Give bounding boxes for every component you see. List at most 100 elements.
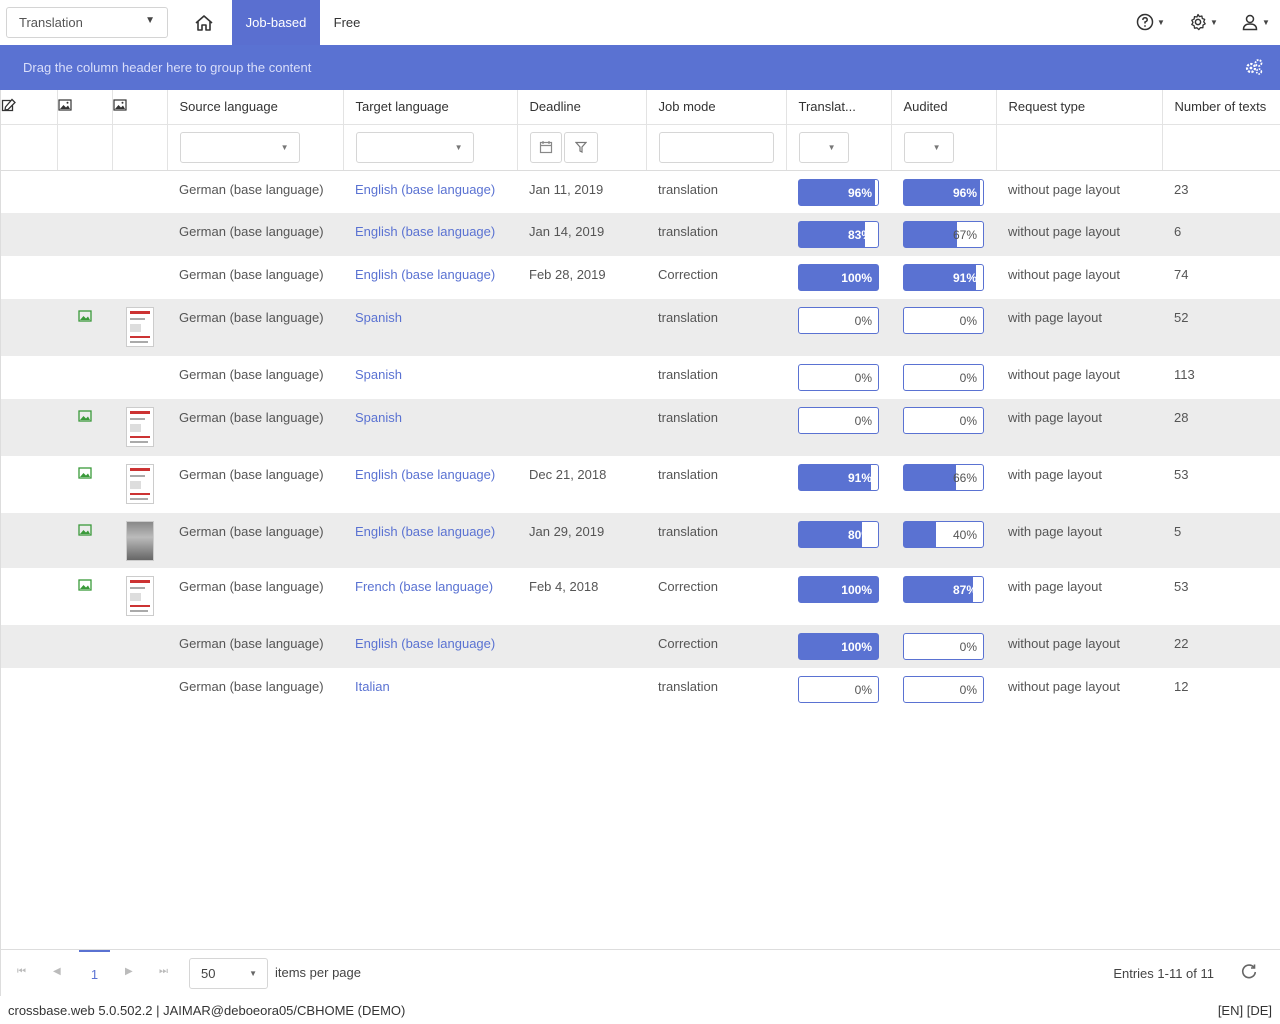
column-header-source-language[interactable]: Source language [167,90,344,125]
edit-cell[interactable] [1,399,57,456]
table-row[interactable]: German (base language) Spanish translation… [1,399,1280,456]
table-row[interactable]: German (base language) English (base lang… [1,513,1280,568]
job-mode-cell: translation [646,299,786,356]
image-cell[interactable] [57,299,112,356]
page-preview-thumbnail[interactable] [125,576,154,616]
audited-filter[interactable]: ▼ [903,131,954,163]
settings-menu-button[interactable]: ▼ [1189,12,1218,32]
prev-page-button[interactable]: ◀ [53,966,61,977]
target-language-link[interactable]: English (base language) [355,267,495,282]
page-preview-thumbnail[interactable] [125,464,154,504]
help-menu-button[interactable]: ▼ [1136,12,1165,32]
edit-cell[interactable] [1,668,57,711]
image-cell[interactable] [57,213,112,256]
edit-column-header[interactable] [1,90,58,125]
preview-cell[interactable] [112,213,167,256]
edit-cell[interactable] [1,170,57,213]
preview-cell[interactable] [112,399,167,456]
preview-cell[interactable] [112,513,167,568]
target-language-link[interactable]: Spanish [355,410,402,425]
target-language-link[interactable]: Spanish [355,367,402,382]
table-row[interactable]: German (base language) English (base lang… [1,625,1280,668]
preview-cell[interactable] [112,456,167,513]
image-cell[interactable] [57,170,112,213]
audited-cell: 0% [891,356,996,399]
target-language-link[interactable]: English (base language) [355,524,495,539]
table-row[interactable]: German (base language) English (base lang… [1,456,1280,513]
edit-cell[interactable] [1,299,57,356]
group-panel[interactable]: Drag the column header here to group the… [0,45,1280,90]
column-header-target-language[interactable]: Target language [343,90,518,125]
tab-free[interactable]: Free [322,0,372,45]
preview-cell[interactable] [112,625,167,668]
edit-cell[interactable] [1,568,57,625]
column-header-translated[interactable]: Translat... [786,90,892,125]
current-page-button[interactable]: 1 [79,950,110,996]
progress-label: 91% [847,471,872,485]
deadline-date-picker[interactable] [529,131,562,163]
refresh-button[interactable] [1240,963,1258,984]
page-size-select[interactable]: 50 ▼ [189,958,268,989]
request-type-cell: without page layout [1008,181,1121,197]
target-language-link[interactable]: English (base language) [355,224,495,239]
preview-cell[interactable] [112,568,167,625]
deadline-filter-button[interactable] [563,131,598,163]
image-cell[interactable] [57,256,112,299]
preview-cell[interactable] [112,668,167,711]
column-header-audited[interactable]: Audited [891,90,997,125]
source-language-filter[interactable]: ▼ [179,131,300,163]
target-language-filter[interactable]: ▼ [355,131,474,163]
progress-label: 0% [854,314,872,328]
preview-cell[interactable] [112,256,167,299]
edit-cell[interactable] [1,513,57,568]
image-cell[interactable] [57,568,112,625]
edit-cell[interactable] [1,456,57,513]
home-button[interactable] [186,0,222,45]
translated-filter[interactable]: ▼ [798,131,849,163]
user-menu-button[interactable]: ▼ [1241,12,1270,32]
tab-job-based[interactable]: Job-based [232,0,320,45]
preview-cell[interactable] [112,170,167,213]
image-cell[interactable] [57,625,112,668]
table-row[interactable]: German (base language) English (base lang… [1,170,1280,213]
table-row[interactable]: German (base language) French (base langu… [1,568,1280,625]
edit-cell[interactable] [1,625,57,668]
target-language-link[interactable]: French (base language) [355,579,493,594]
target-language-link[interactable]: English (base language) [355,636,495,651]
table-row[interactable]: German (base language) English (base lang… [1,256,1280,299]
image-cell[interactable] [57,399,112,456]
preview-cell[interactable] [112,299,167,356]
page-preview-thumbnail[interactable] [125,521,154,561]
last-page-button[interactable]: ⏭ [159,966,168,977]
image-cell[interactable] [57,513,112,568]
column-settings-button[interactable] [1244,58,1264,79]
preview-column-header[interactable] [112,90,168,125]
table-row[interactable]: German (base language) Spanish translation… [1,356,1280,399]
target-language-link[interactable]: English (base language) [355,182,495,197]
image-cell[interactable] [57,456,112,513]
first-page-button[interactable]: ⏮ [17,966,26,977]
table-row[interactable]: German (base language) Italian translation… [1,668,1280,711]
page-preview-thumbnail[interactable] [125,307,154,347]
table-row[interactable]: German (base language) Spanish translation… [1,299,1280,356]
edit-cell[interactable] [1,213,57,256]
image-cell[interactable] [57,356,112,399]
image-column-header[interactable] [57,90,113,125]
image-cell[interactable] [57,668,112,711]
language-switcher[interactable]: [EN] [DE] [1218,1003,1272,1018]
module-select[interactable]: Translation ▼ [6,7,168,38]
edit-cell[interactable] [1,256,57,299]
column-header-deadline[interactable]: Deadline [517,90,647,125]
edit-cell[interactable] [1,356,57,399]
target-language-link[interactable]: Spanish [355,310,402,325]
column-header-number-of-texts[interactable]: Number of texts [1162,90,1280,125]
job-mode-filter[interactable] [658,131,774,163]
next-page-button[interactable]: ▶ [125,966,133,977]
target-language-link[interactable]: English (base language) [355,467,495,482]
target-language-link[interactable]: Italian [355,679,390,694]
preview-cell[interactable] [112,356,167,399]
column-header-request-type[interactable]: Request type [996,90,1163,125]
page-preview-thumbnail[interactable] [125,407,154,447]
table-row[interactable]: German (base language) English (base lang… [1,213,1280,256]
column-header-job-mode[interactable]: Job mode [646,90,787,125]
